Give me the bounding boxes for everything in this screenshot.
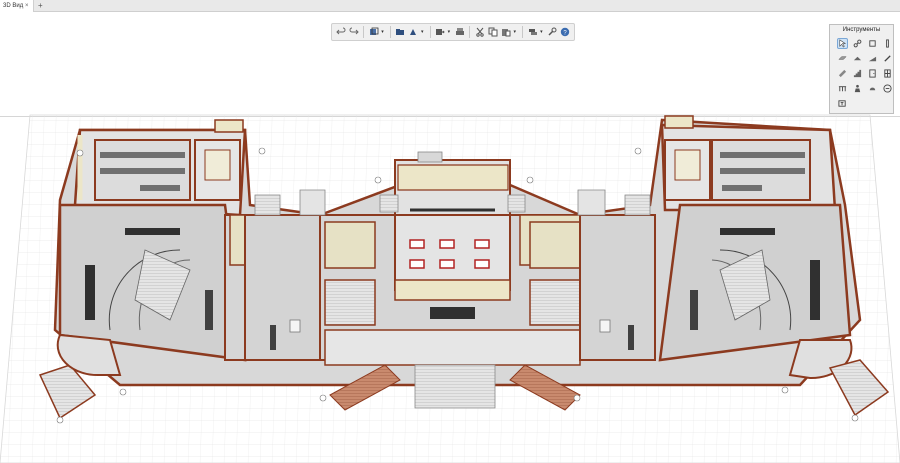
export-icon[interactable]: [434, 26, 445, 38]
undo-icon[interactable]: [335, 26, 346, 38]
building-model: [38, 115, 890, 424]
new-tab-button[interactable]: +: [38, 0, 43, 12]
pointer-icon[interactable]: [837, 38, 848, 49]
left-corridor: [244, 189, 326, 361]
toolbar-separator: [522, 26, 524, 38]
window-icon[interactable]: [882, 68, 893, 79]
column-icon[interactable]: [882, 38, 893, 49]
tools-panel: Инструменты: [829, 24, 894, 114]
pencil-icon[interactable]: [882, 53, 893, 64]
slab-icon[interactable]: [837, 53, 848, 64]
redo-icon[interactable]: [348, 26, 359, 38]
dimension-icon[interactable]: [882, 83, 893, 94]
tools-panel-title: Инструменты: [842, 27, 881, 33]
layers-icon[interactable]: [527, 26, 538, 38]
chevron-down-icon[interactable]: ▾: [448, 29, 453, 35]
help-icon[interactable]: ?: [560, 26, 571, 38]
view-cube-icon[interactable]: [368, 26, 379, 38]
toolbar-separator: [469, 26, 471, 38]
stair-icon[interactable]: [852, 68, 863, 79]
tab-label: 3D Вид: [3, 3, 24, 9]
tab-close-icon[interactable]: ×: [25, 0, 29, 12]
roof-icon[interactable]: [852, 53, 863, 64]
print-icon[interactable]: [454, 26, 465, 38]
right-corridor: [577, 189, 656, 361]
open-folder-icon[interactable]: [395, 26, 406, 38]
main-toolbar: ▾ ▾ ▾ ▾ ▾ ?: [331, 23, 575, 41]
chevron-down-icon[interactable]: ▾: [381, 29, 386, 35]
wedge-icon[interactable]: [867, 53, 878, 64]
person-icon[interactable]: [852, 83, 863, 94]
measure-icon[interactable]: [852, 38, 863, 49]
toolbar-separator: [389, 26, 391, 38]
object-icon[interactable]: [867, 83, 878, 94]
document-tab-bar: 3D Вид × +: [0, 0, 900, 12]
3d-viewport[interactable]: [0, 105, 900, 463]
paste-icon[interactable]: [500, 26, 511, 38]
copy-icon[interactable]: [487, 26, 498, 38]
chevron-down-icon[interactable]: ▾: [514, 29, 519, 35]
wall-icon[interactable]: [867, 38, 878, 49]
toolbar-separator: [363, 26, 365, 38]
door-icon[interactable]: [867, 68, 878, 79]
print-setup-icon[interactable]: [408, 26, 419, 38]
railing-icon[interactable]: [837, 83, 848, 94]
cut-icon[interactable]: [474, 26, 485, 38]
toolbar-separator: [429, 26, 431, 38]
chevron-down-icon[interactable]: ▾: [540, 29, 545, 35]
beam-icon[interactable]: [837, 68, 848, 79]
chevron-down-icon[interactable]: ▾: [421, 29, 426, 35]
settings-wrench-icon[interactable]: [547, 26, 558, 38]
